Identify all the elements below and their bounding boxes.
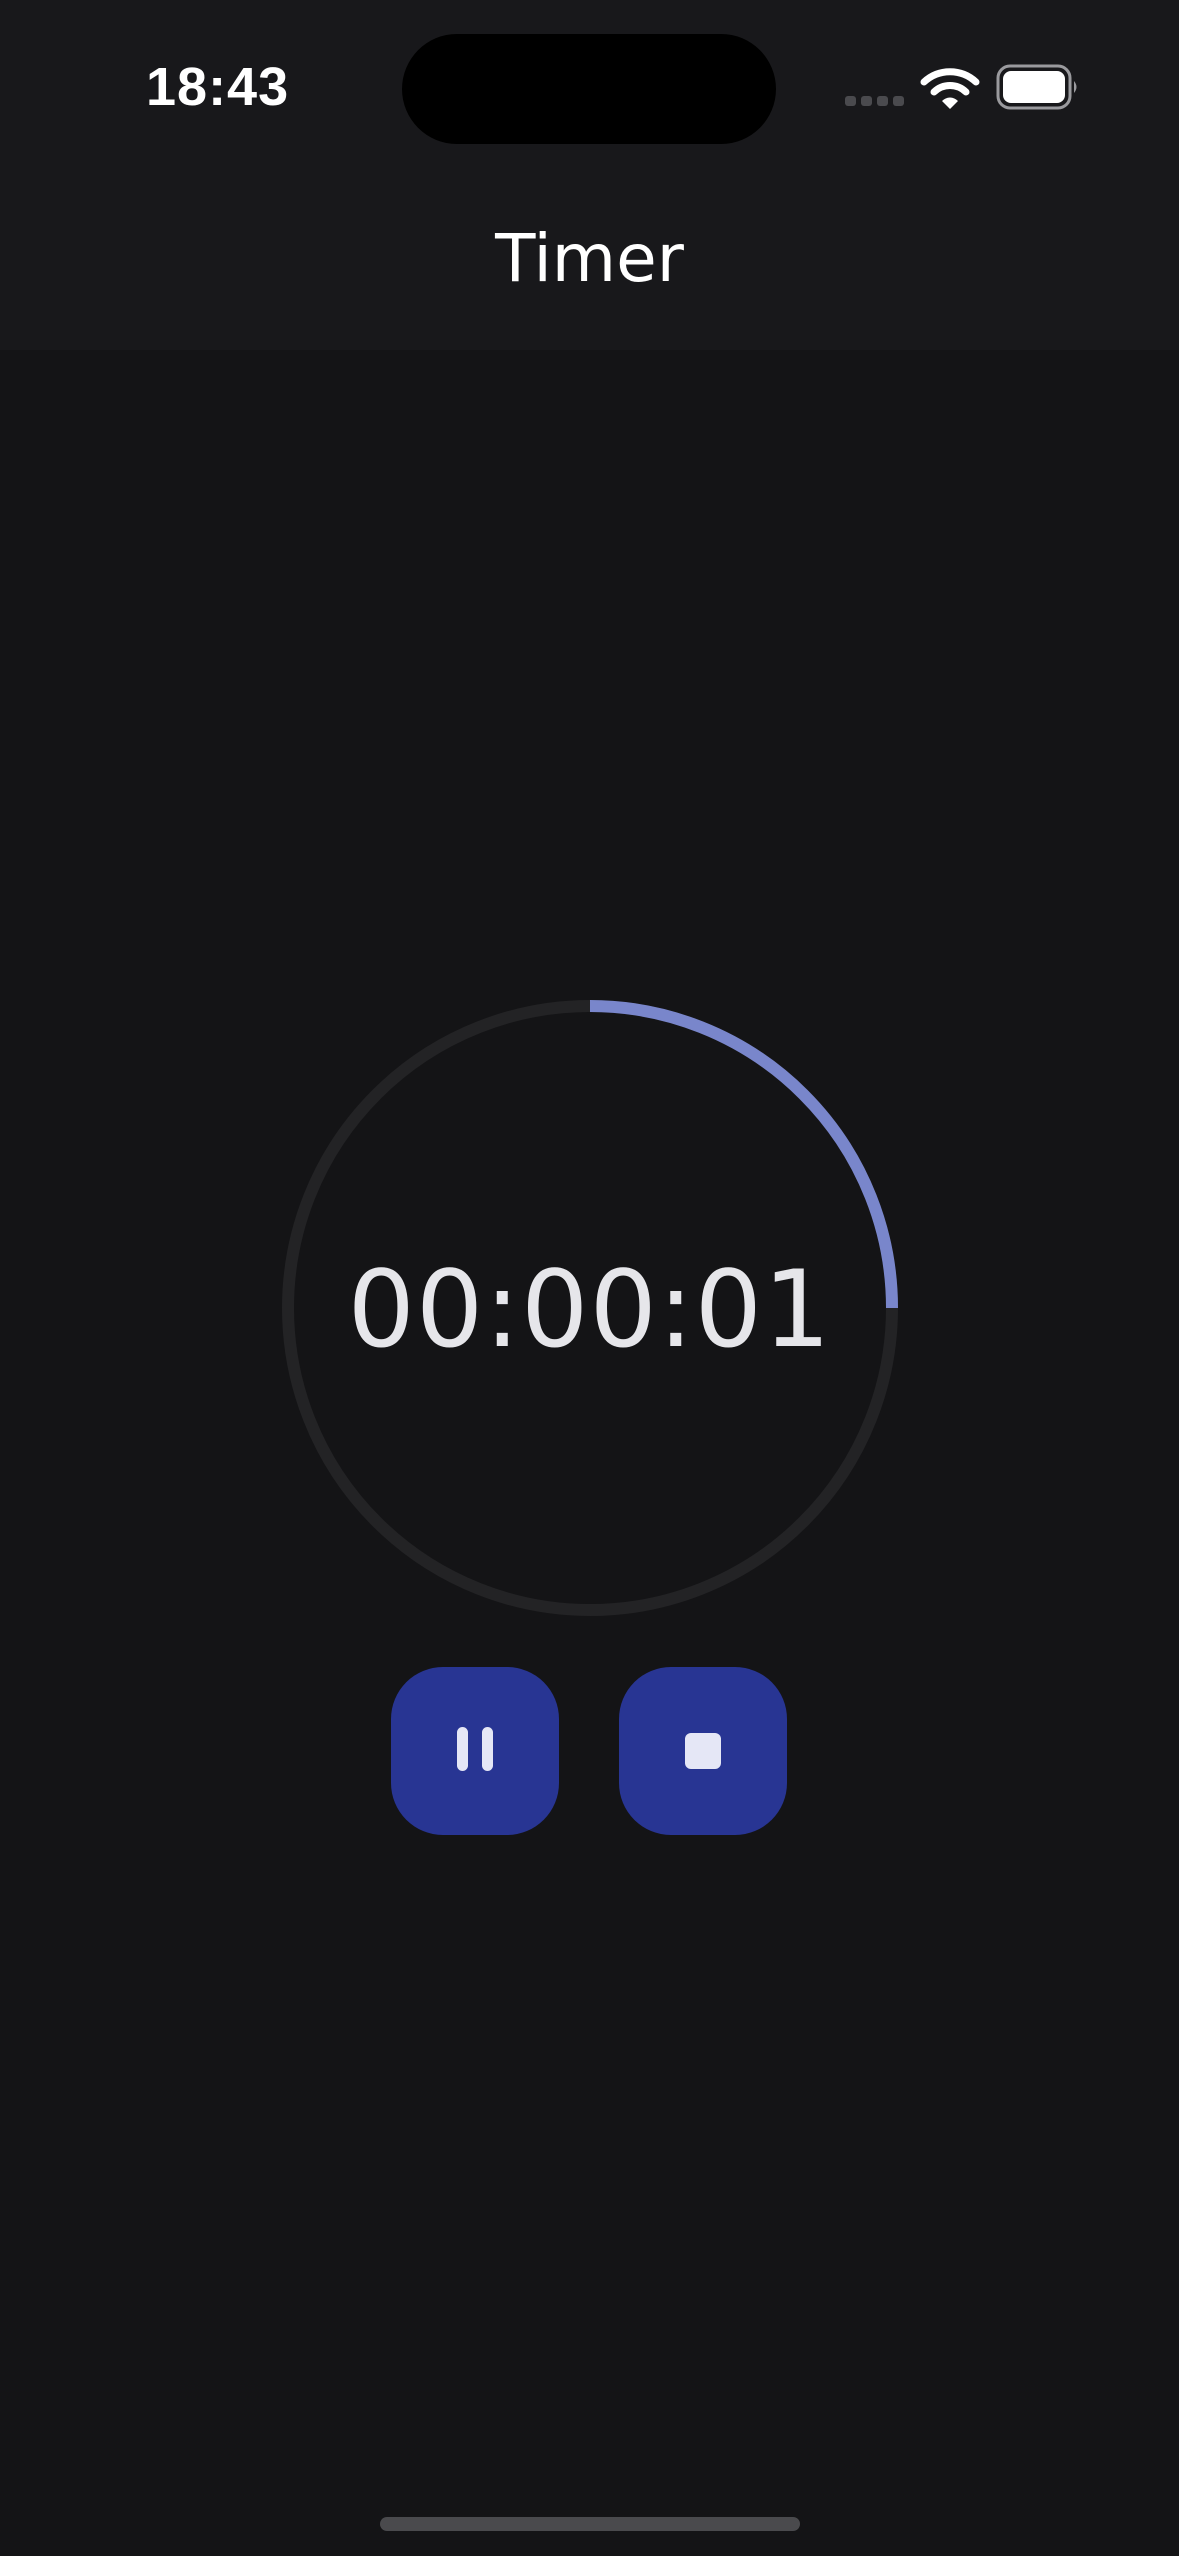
pause-button[interactable] — [391, 1667, 559, 1835]
page-title: Timer — [495, 220, 684, 297]
stop-button[interactable] — [619, 1667, 787, 1835]
dynamic-island — [402, 34, 776, 144]
pause-icon-bar — [482, 1727, 493, 1771]
pause-icon — [457, 1727, 468, 1771]
timer-display: 00:00:01 — [347, 1248, 832, 1371]
cellular-signal-icon — [845, 96, 904, 106]
wifi-icon — [920, 68, 980, 109]
status-bar-time: 18:43 — [146, 57, 290, 117]
home-indicator[interactable] — [380, 2517, 800, 2531]
battery-icon — [996, 64, 1077, 110]
stop-icon — [685, 1733, 721, 1769]
